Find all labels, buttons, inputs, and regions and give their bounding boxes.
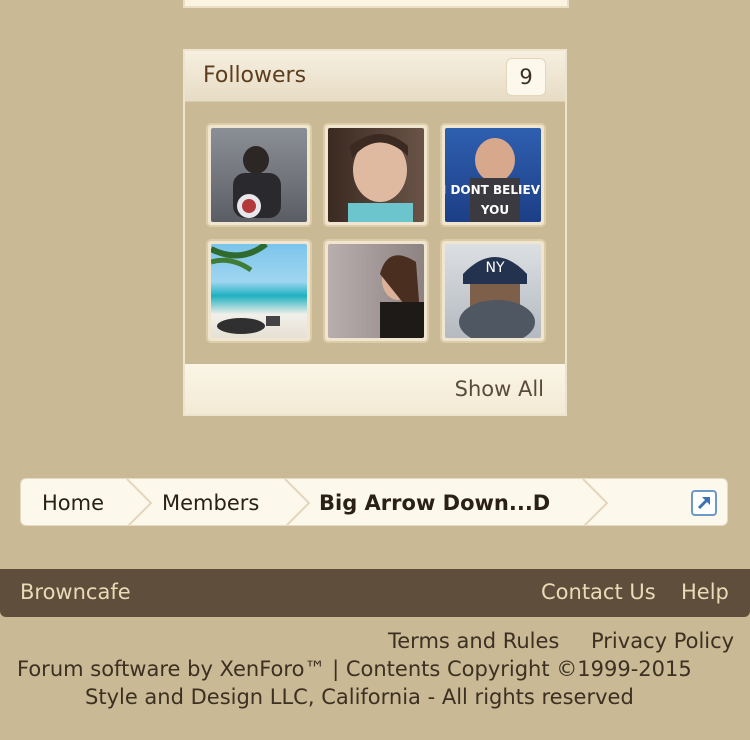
followers-count-badge: 9 — [506, 58, 546, 96]
followers-header: Followers 9 — [185, 51, 565, 102]
meme-caption-line2: YOU — [480, 203, 509, 217]
jump-menu-icon[interactable] — [691, 490, 717, 516]
breadcrumb-separator-icon — [284, 479, 311, 525]
followers-title: Followers — [203, 63, 307, 88]
svg-text:NY: NY — [485, 260, 504, 276]
follower-avatar-1[interactable] — [206, 123, 312, 227]
follower-avatar-5[interactable] — [323, 239, 429, 343]
followers-block: Followers 9 I DONT BELIEVE YOU NY Show A… — [183, 49, 567, 416]
person-photo-icon — [233, 146, 281, 218]
contact-us-link[interactable]: Contact Us — [541, 580, 656, 604]
terms-link[interactable]: Terms and Rules — [388, 629, 559, 653]
footer-bar: Browncafe Contact Us Help — [0, 569, 750, 617]
follower-avatar-3[interactable]: I DONT BELIEVE YOU — [440, 123, 546, 227]
person-photo-icon — [380, 255, 424, 338]
previous-sidebar-block — [183, 0, 569, 8]
show-all-link[interactable]: Show All — [455, 377, 544, 401]
privacy-link[interactable]: Privacy Policy — [591, 629, 734, 653]
followers-footer: Show All — [185, 364, 565, 414]
meme-photo-icon: I DONT BELIEVE YOU — [445, 138, 541, 222]
baseball-photo-icon: NY — [459, 257, 535, 338]
breadcrumb-separator-icon — [582, 479, 609, 525]
follower-avatar-6[interactable]: NY — [440, 239, 546, 343]
site-home-link[interactable]: Browncafe — [20, 580, 131, 604]
breadcrumb-separator-icon — [126, 479, 153, 525]
copyright-line-2: Style and Design LLC, California - All r… — [85, 685, 634, 709]
person-photo-icon — [348, 134, 413, 222]
breadcrumb: Home Members Big Arrow Down...D — [20, 478, 728, 526]
help-link[interactable]: Help — [681, 580, 729, 604]
follower-avatar-2[interactable] — [323, 123, 429, 227]
breadcrumb-members[interactable]: Members — [162, 479, 259, 525]
copyright-line-1: Forum software by XenForo™ | Contents Co… — [17, 657, 692, 681]
breadcrumb-current: Big Arrow Down...D — [319, 491, 551, 515]
follower-avatar-4[interactable] — [206, 239, 312, 343]
meme-caption-line1: I DONT BELIEVE — [445, 183, 541, 197]
breadcrumb-home[interactable]: Home — [42, 479, 104, 525]
beach-photo-icon — [211, 244, 280, 334]
